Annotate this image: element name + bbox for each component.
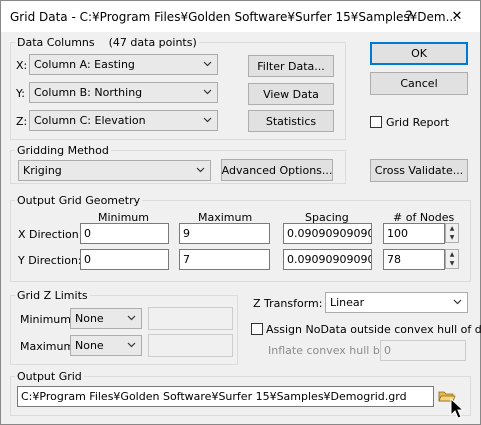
spin-down-icon[interactable]: ▼ (446, 233, 458, 242)
chevron-down-icon (203, 61, 212, 67)
chevron-down-icon (127, 315, 136, 321)
x-column-value: Column A: Easting (34, 58, 135, 71)
y-column-value: Column B: Northing (34, 86, 143, 99)
ok-button[interactable]: OK (370, 42, 468, 65)
y-column-select[interactable]: Column B: Northing (29, 82, 218, 103)
data-points-count: (47 data points) (108, 36, 197, 49)
z-min-select[interactable]: None (70, 308, 142, 329)
z-column-select[interactable]: Column C: Elevation (29, 110, 218, 131)
z-max-select[interactable]: None (70, 335, 142, 356)
z-transform-value: Linear (330, 296, 365, 309)
gridding-method-legend: Gridding Method (17, 144, 109, 157)
chevron-down-icon (203, 117, 212, 123)
z-column-value: Column C: Elevation (34, 114, 146, 127)
z-transform-select[interactable]: Linear (325, 292, 468, 313)
inflate-hull-label: Inflate convex hull by: (268, 344, 390, 357)
chevron-down-icon (453, 299, 462, 305)
z-max-input[interactable] (148, 334, 233, 357)
spin-up-icon[interactable]: ▲ (446, 250, 458, 259)
z-column-label: Z: (16, 115, 28, 128)
spin-down-icon[interactable]: ▼ (446, 259, 458, 268)
spin-up-icon[interactable]: ▲ (446, 224, 458, 233)
data-columns-legend: Data Columns (17, 36, 95, 49)
x-spacing-input[interactable]: 0.09090909090909 (283, 223, 372, 244)
chevron-down-icon (203, 89, 212, 95)
grid-z-limits-legend: Grid Z Limits (17, 289, 88, 302)
grid-report-label: Grid Report (386, 116, 450, 129)
x-nodes-spinner[interactable]: ▲ ▼ (445, 223, 459, 243)
y-column-label: Y: (16, 87, 25, 100)
chevron-down-icon (196, 167, 205, 173)
cross-validate-button[interactable]: Cross Validate... (370, 159, 468, 182)
gridding-method-value: Kriging (23, 164, 62, 177)
y-nodes-spinner[interactable]: ▲ ▼ (445, 249, 459, 269)
advanced-options-button[interactable]: Advanced Options... (221, 159, 333, 181)
z-max-value: None (75, 339, 104, 352)
chevron-down-icon (127, 342, 136, 348)
z-transform-label: Z Transform: (253, 297, 323, 310)
view-data-button[interactable]: View Data (248, 83, 334, 105)
x-min-input[interactable]: 0 (80, 223, 169, 244)
gridding-method-select[interactable]: Kriging (18, 160, 211, 181)
y-spacing-input[interactable]: 0.09090909090909 (283, 249, 372, 270)
y-max-input[interactable]: 7 (179, 249, 270, 270)
x-column-select[interactable]: Column A: Easting (29, 54, 218, 75)
grid-report-checkbox[interactable] (370, 116, 382, 128)
z-min-label: Minimum: (20, 313, 75, 326)
mouse-cursor-icon (450, 398, 464, 419)
close-button[interactable]: ✕ (435, 2, 479, 31)
x-column-label: X: (16, 59, 28, 72)
z-min-value: None (75, 312, 104, 325)
assign-nodata-label: Assign NoData outside convex hull of dat… (266, 323, 481, 336)
filter-data-button[interactable]: Filter Data... (248, 55, 334, 77)
x-max-input[interactable]: 9 (179, 223, 270, 244)
inflate-hull-input[interactable]: 0 (380, 340, 466, 361)
output-grid-legend: Output Grid (17, 370, 82, 383)
output-grid-path-input[interactable]: C:¥Program Files¥Golden Software¥Surfer … (17, 386, 434, 407)
y-nodes-input[interactable]: 78 (383, 249, 445, 270)
y-direction-label: Y Direction: (18, 254, 82, 267)
z-min-input[interactable] (148, 307, 233, 330)
x-nodes-input[interactable]: 100 (383, 223, 445, 244)
statistics-button[interactable]: Statistics (248, 110, 334, 132)
cancel-button[interactable]: Cancel (370, 72, 468, 95)
y-min-input[interactable]: 0 (80, 249, 169, 270)
output-geometry-legend: Output Grid Geometry (17, 194, 141, 207)
x-direction-label: X Direction: (18, 228, 83, 241)
title-bar: Grid Data - C:¥Program Files¥Golden Soft… (0, 0, 481, 32)
assign-nodata-checkbox[interactable] (251, 323, 263, 335)
help-button[interactable]: ? (387, 2, 431, 31)
